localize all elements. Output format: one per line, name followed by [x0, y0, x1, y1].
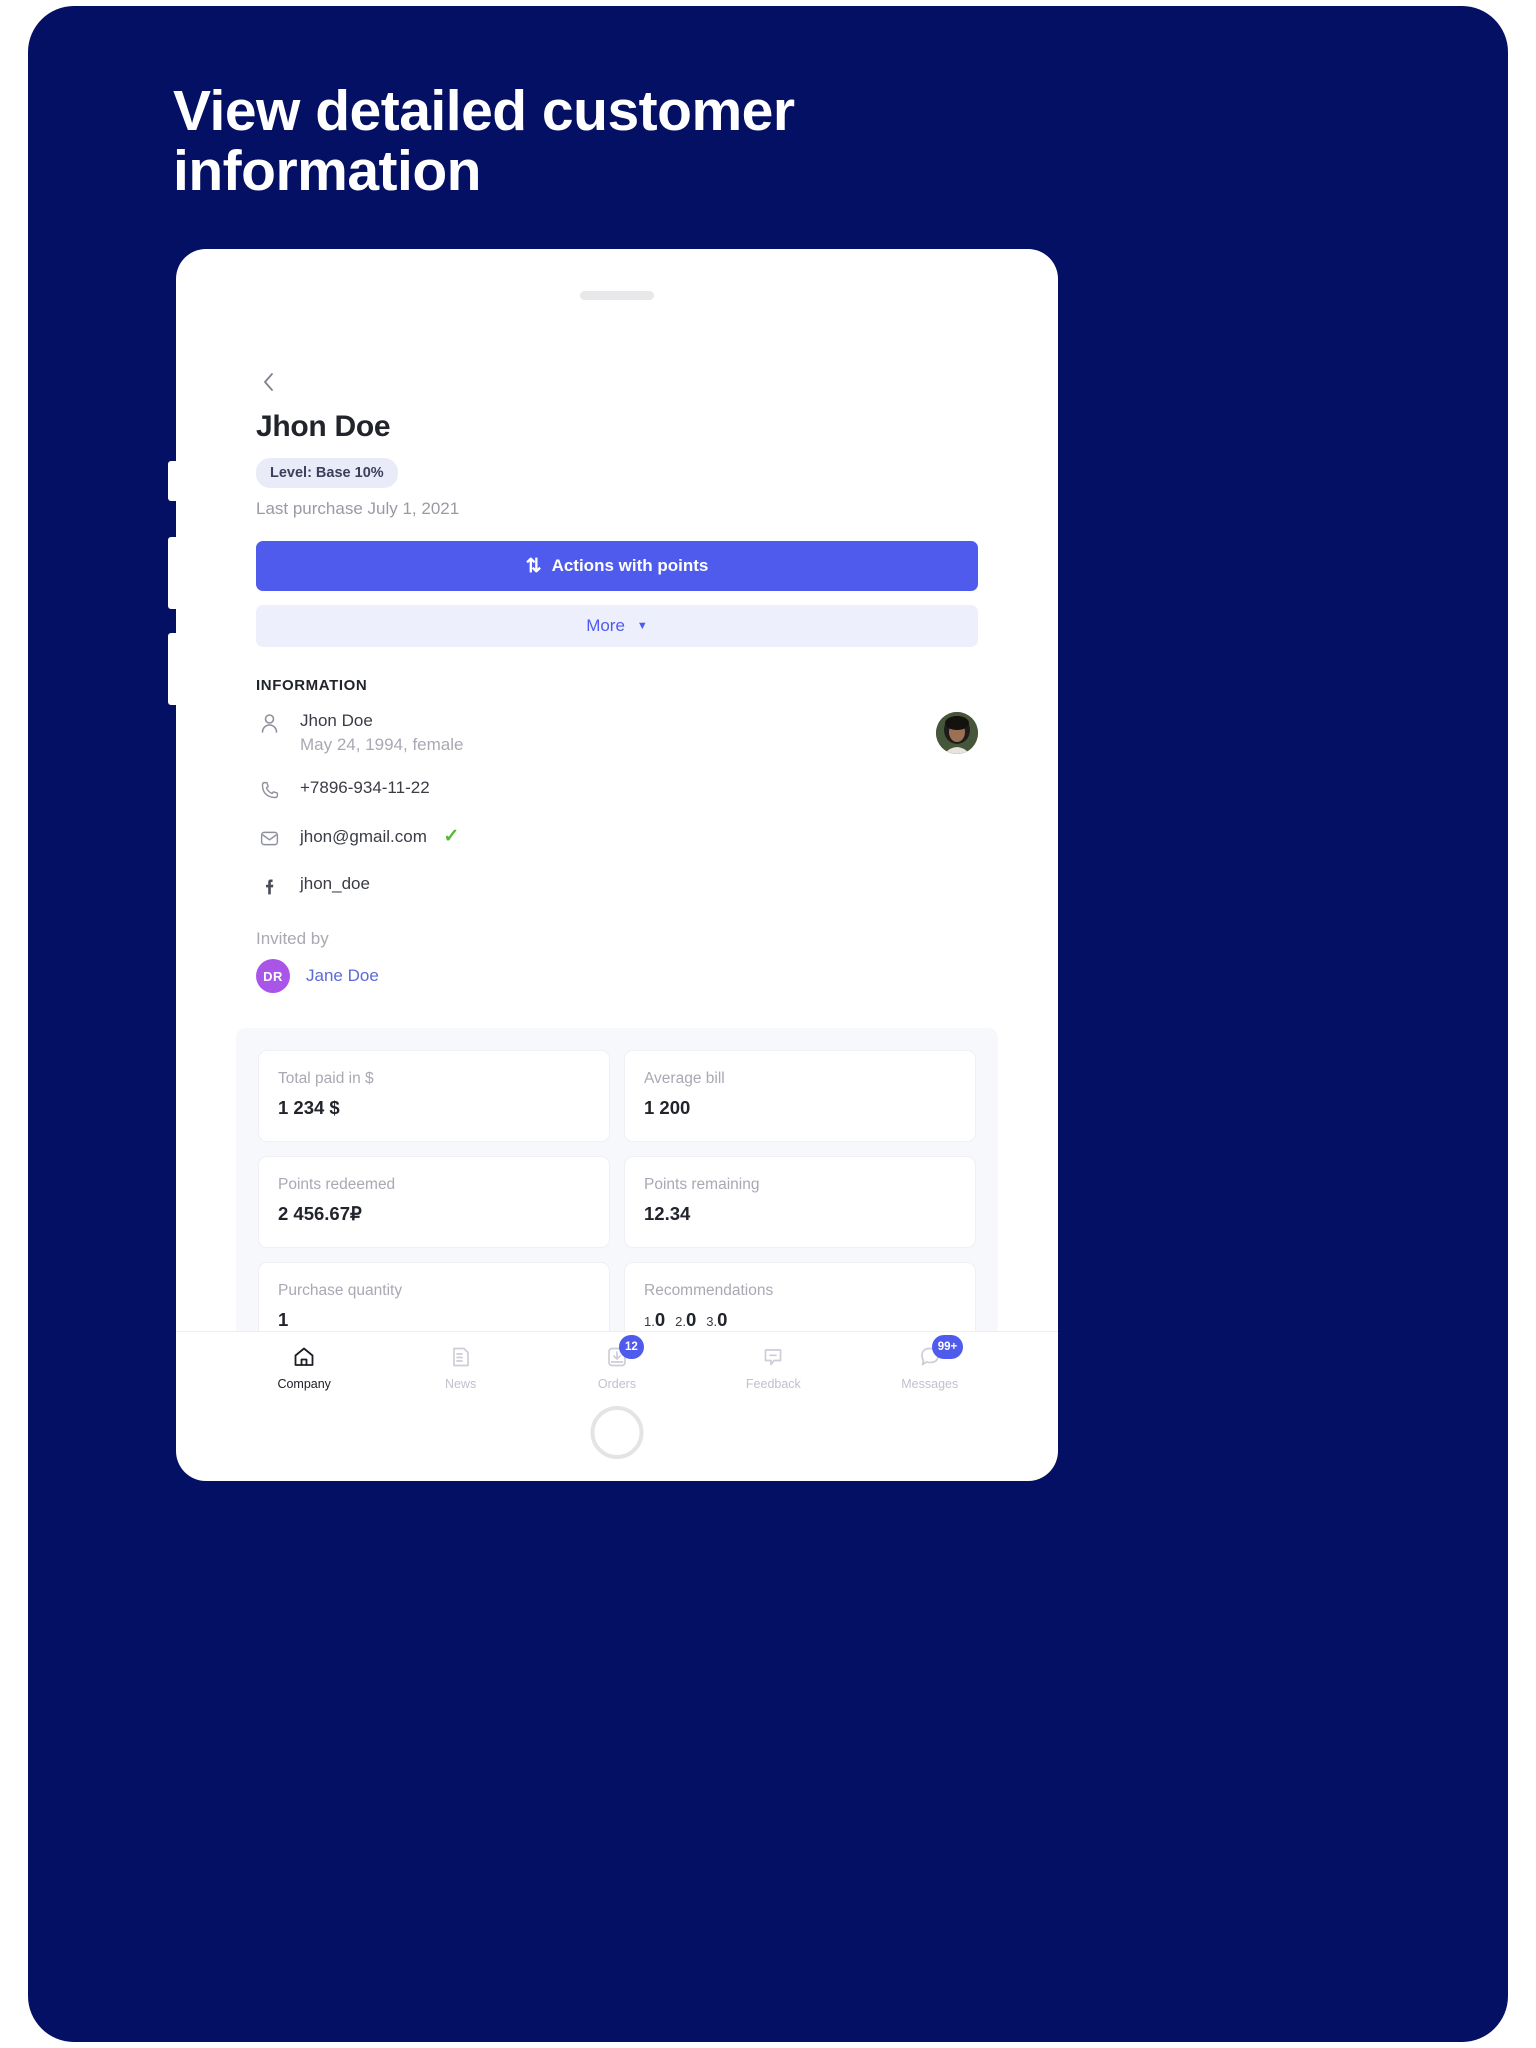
stat-value: 1 234 $	[278, 1097, 340, 1119]
info-email-wrap: jhon@gmail.com ✓	[300, 825, 459, 848]
stat-value: 2 456.67₽	[278, 1203, 362, 1225]
more-button[interactable]: More ▼	[256, 605, 978, 647]
more-button-label: More	[586, 616, 625, 635]
nav-label: Company	[277, 1377, 331, 1391]
person-icon	[256, 710, 282, 736]
information-section-title: INFORMATION	[256, 677, 368, 694]
speaker-grille-icon	[580, 291, 654, 300]
nav-label: Messages	[901, 1377, 959, 1391]
news-icon	[448, 1344, 474, 1370]
invited-by-row: DR Jane Doe	[256, 959, 978, 994]
recommendation-index: 2.	[675, 1314, 686, 1330]
promo-background: View detailed customer information Jhon …	[28, 6, 1508, 2042]
info-person-name: Jhon Doe	[300, 711, 373, 730]
actions-button-label: Actions with points	[551, 556, 709, 575]
recommendation-value: 0	[654, 1309, 666, 1331]
recommendations-values: 1.0 2.0 3.0	[644, 1309, 956, 1331]
info-row-email[interactable]: jhon@gmail.com ✓	[256, 825, 978, 851]
recommendation-item: 3.0	[706, 1309, 727, 1331]
stat-label: Total paid in $	[278, 1070, 374, 1088]
tablet-device-frame: Jhon Doe Level: Base 10% Last purchase J…	[168, 249, 1058, 1481]
facebook-icon	[256, 873, 282, 899]
phone-icon	[256, 777, 282, 803]
nav-label: Orders	[597, 1377, 637, 1391]
home-icon	[291, 1344, 317, 1370]
scroll-content: Jhon Doe Level: Base 10% Last purchase J…	[176, 321, 1058, 1403]
info-facebook-value: jhon_doe	[300, 874, 370, 894]
stat-value: 1 200	[644, 1097, 691, 1119]
nav-item-news[interactable]: News	[415, 1344, 507, 1391]
messages-badge: 99+	[931, 1335, 964, 1359]
nav-item-feedback[interactable]: Feedback	[727, 1344, 819, 1391]
nav-label: News	[444, 1377, 477, 1391]
stat-value: 12.34	[644, 1203, 691, 1225]
stat-label: Points redeemed	[278, 1176, 396, 1194]
recommendation-index: 3.	[706, 1314, 718, 1330]
stat-value: 1	[278, 1309, 289, 1331]
stat-card-average-bill: Average bill 1 200	[624, 1050, 976, 1143]
chevron-down-icon: ▼	[636, 620, 648, 632]
app-screen: Jhon Doe Level: Base 10% Last purchase J…	[176, 321, 1058, 1403]
customer-name: Jhon Doe	[256, 410, 391, 443]
bottom-navigation: Company News 12 Orders Feedback 99+ Mess…	[176, 1331, 1058, 1403]
info-phone-value: +7896-934-11-22	[300, 778, 430, 798]
home-button[interactable]	[590, 1406, 644, 1459]
recommendation-item: 1.0	[644, 1309, 665, 1331]
info-row-phone[interactable]: +7896-934-11-22	[256, 777, 978, 803]
back-button[interactable]	[256, 369, 282, 395]
recommendation-index: 1.	[644, 1314, 655, 1330]
stat-label: Recommendations	[644, 1282, 774, 1300]
actions-with-points-button[interactable]: ⇅ Actions with points	[256, 541, 978, 591]
stat-card-points-remaining: Points remaining 12.34	[624, 1156, 976, 1249]
information-block: Jhon Doe May 24, 1994, female +7896-934-…	[256, 710, 978, 899]
statistics-panel: Total paid in $ 1 234 $ Average bill 1 2…	[236, 1028, 998, 1377]
nav-item-messages[interactable]: 99+ Messages	[884, 1335, 976, 1391]
orders-badge: 12	[618, 1335, 644, 1359]
email-verified-icon: ✓	[443, 826, 460, 848]
level-badge: Level: Base 10%	[256, 458, 398, 488]
stat-label: Points remaining	[644, 1176, 760, 1194]
stat-label: Average bill	[644, 1070, 725, 1088]
info-email-value: jhon@gmail.com	[300, 827, 427, 847]
recommendation-value: 0	[685, 1309, 697, 1331]
stat-label: Purchase quantity	[278, 1282, 403, 1300]
chevron-left-icon	[264, 373, 273, 391]
recommendation-item: 2.0	[675, 1309, 696, 1331]
info-row-person: Jhon Doe May 24, 1994, female	[256, 710, 978, 755]
info-row-facebook[interactable]: jhon_doe	[256, 873, 978, 899]
invited-by-label: Invited by	[256, 929, 329, 949]
stat-card-points-redeemed: Points redeemed 2 456.67₽	[258, 1156, 610, 1249]
mail-icon	[256, 825, 282, 851]
info-person-details: May 24, 1994, female	[300, 735, 464, 755]
nav-item-orders[interactable]: 12 Orders	[571, 1335, 663, 1391]
comment-icon	[760, 1344, 786, 1370]
info-person-text: Jhon Doe May 24, 1994, female	[300, 710, 463, 755]
inviter-name-link[interactable]: Jane Doe	[306, 966, 379, 986]
avatar	[936, 712, 978, 754]
last-purchase-text: Last purchase July 1, 2021	[256, 499, 460, 518]
page-title: View detailed customer information	[173, 79, 795, 204]
stat-card-total-paid: Total paid in $ 1 234 $	[258, 1050, 610, 1143]
customer-photo-avatar	[936, 712, 978, 754]
nav-label: Feedback	[745, 1377, 801, 1391]
sort-arrows-icon: ⇅	[525, 555, 542, 577]
inviter-avatar: DR	[256, 959, 290, 994]
recommendation-value: 0	[717, 1309, 728, 1331]
nav-item-company[interactable]: Company	[258, 1344, 350, 1391]
